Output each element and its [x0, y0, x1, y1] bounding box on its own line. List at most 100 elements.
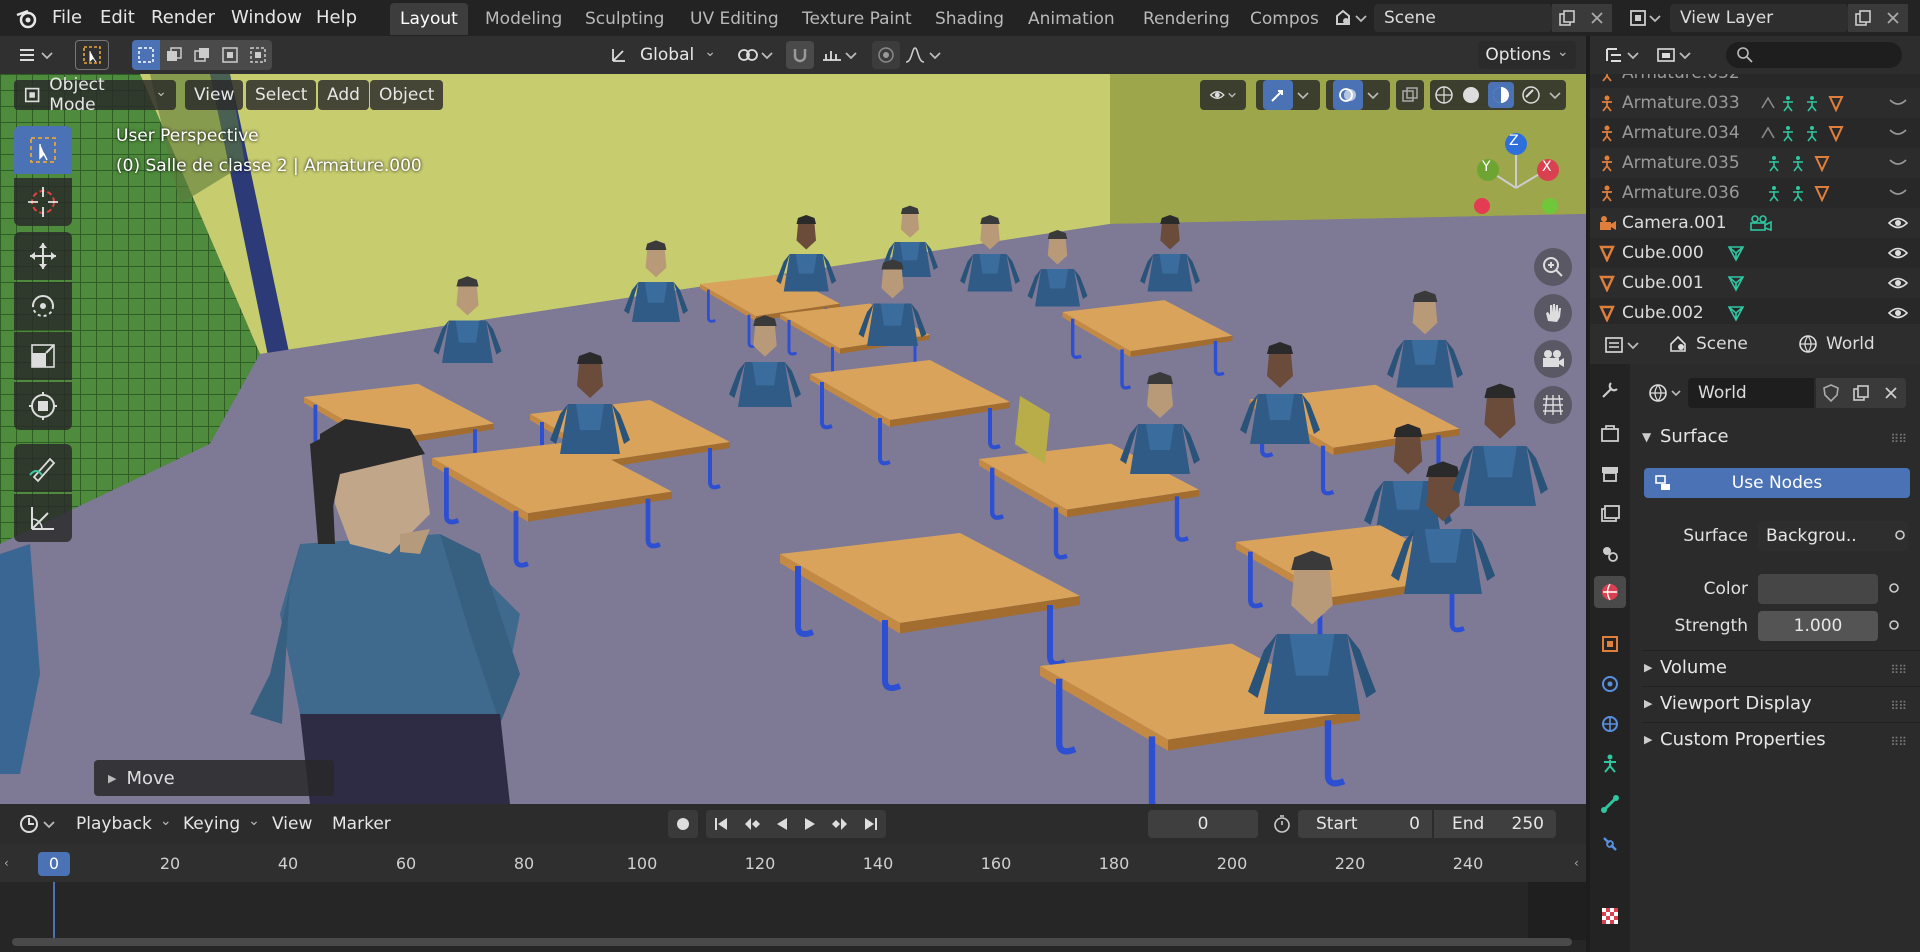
eye-icon[interactable] — [1888, 276, 1908, 290]
socket-icon[interactable] — [1888, 619, 1900, 631]
visibility-icon[interactable] — [1200, 80, 1246, 110]
stopwatch-icon[interactable] — [1268, 810, 1296, 838]
orientation-icon[interactable] — [606, 41, 632, 69]
timeline-ruler[interactable]: 0 20 40 60 80 100 120 140 160 180 200 22… — [0, 844, 1586, 882]
transform-orientation-dropdown[interactable]: Global ⌄ — [634, 41, 724, 69]
playback-menu[interactable]: Playback ⌄ — [68, 810, 180, 838]
transform-tool-icon[interactable] — [14, 382, 72, 430]
physics-tab-icon[interactable] — [1594, 748, 1626, 780]
timeline-view-menu[interactable]: View — [264, 810, 320, 838]
scale-tool-icon[interactable] — [14, 332, 72, 380]
eye-icon[interactable] — [1888, 216, 1908, 230]
collapse-left-icon[interactable]: ‹ — [4, 856, 9, 870]
menu-window[interactable]: Window — [231, 4, 302, 32]
wireframe-shading-icon[interactable] — [1434, 85, 1454, 105]
menu-object[interactable]: Object — [370, 80, 444, 110]
world-tab-icon[interactable] — [1594, 576, 1626, 608]
hidden-eye-icon[interactable] — [1888, 156, 1908, 170]
duplicate-world-icon[interactable] — [1846, 378, 1876, 408]
select-extend-icon[interactable] — [160, 40, 188, 70]
play-icon[interactable] — [803, 816, 817, 832]
scene-tab-icon[interactable] — [1594, 538, 1626, 570]
navigation-gizmo[interactable]: Z X Y — [1466, 128, 1566, 228]
outliner-row-cube-002[interactable]: Cube.002 — [1590, 298, 1920, 324]
xray-toggle-icon[interactable] — [1396, 80, 1424, 110]
display-mode-icon[interactable] — [1654, 42, 1698, 68]
tab-shading[interactable]: Shading — [925, 3, 1014, 35]
zoom-icon[interactable] — [1534, 248, 1572, 286]
texture-tab-icon[interactable] — [1594, 900, 1626, 932]
tab-rendering[interactable]: Rendering — [1133, 3, 1240, 35]
gizmo-toggle-icon[interactable] — [1256, 80, 1320, 110]
select-box-tool-icon[interactable] — [14, 126, 72, 174]
panel-grip-icon[interactable]: ⠿⠿ — [1890, 432, 1907, 446]
output-tab-icon[interactable] — [1594, 458, 1626, 490]
last-operator-panel[interactable]: ▶ Move — [94, 760, 334, 796]
outliner-row-armature-034[interactable]: Armature.034 — [1590, 118, 1920, 148]
scene-selector-icon[interactable] — [1330, 5, 1372, 31]
select-subtract-icon[interactable] — [188, 40, 216, 70]
measure-tool-icon[interactable] — [14, 494, 72, 542]
menu-add[interactable]: Add — [318, 80, 369, 110]
eye-icon[interactable] — [1888, 306, 1908, 320]
viewport-display-panel-header[interactable]: ▶ Viewport Display ⠿⠿ — [1642, 686, 1920, 722]
pan-hand-icon[interactable] — [1534, 294, 1572, 332]
snap-icon[interactable] — [786, 41, 814, 69]
current-frame-field[interactable]: 0 — [1148, 810, 1258, 838]
strength-field[interactable]: 1.000 — [1758, 611, 1878, 641]
marker-menu[interactable]: Marker — [324, 810, 399, 838]
socket-icon[interactable] — [1888, 582, 1900, 594]
scene-name-field[interactable]: Scene — [1374, 4, 1552, 32]
new-scene-icon[interactable] — [1552, 4, 1582, 32]
outliner-row-armature-035[interactable]: Armature.035 — [1590, 148, 1920, 178]
hidden-eye-icon[interactable] — [1888, 96, 1908, 110]
world-name-field[interactable]: World — [1688, 378, 1814, 408]
use-nodes-button[interactable]: Use Nodes — [1644, 468, 1910, 498]
mode-dropdown[interactable]: Object Mode ⌄ — [14, 75, 176, 115]
menu-help[interactable]: Help — [316, 4, 357, 32]
tab-sculpting[interactable]: Sculpting — [575, 3, 674, 35]
outliner-row-camera[interactable]: Camera.001 — [1590, 208, 1920, 238]
tool-tab-icon[interactable] — [1594, 374, 1626, 406]
pivot-point-icon[interactable] — [734, 41, 778, 69]
menu-render[interactable]: Render — [151, 4, 215, 32]
start-frame-field[interactable]: Start 0 — [1298, 810, 1432, 838]
rendered-shading-icon[interactable] — [1521, 85, 1541, 105]
view-layer-tab-icon[interactable] — [1594, 498, 1626, 530]
tab-layout[interactable]: Layout — [390, 3, 468, 35]
bone-tab-icon[interactable] — [1594, 788, 1626, 820]
tab-compositing[interactable]: Compos — [1240, 3, 1320, 35]
surface-panel-header[interactable]: ▼ Surface ⠿⠿ — [1642, 420, 1920, 460]
tab-modeling[interactable]: Modeling — [475, 3, 572, 35]
menu-file[interactable]: File — [52, 4, 82, 32]
modifier-tab-icon[interactable] — [1594, 668, 1626, 700]
select-new-icon[interactable] — [132, 40, 160, 70]
view-layer-icon[interactable] — [1624, 5, 1666, 31]
tab-texture-paint[interactable]: Texture Paint — [792, 3, 922, 35]
play-reverse-icon[interactable] — [775, 816, 789, 832]
collapse-right-icon[interactable]: ‹ — [1574, 856, 1579, 870]
world-browse-icon[interactable] — [1646, 378, 1686, 408]
solid-shading-icon[interactable] — [1461, 85, 1481, 105]
overlays-toggle-icon[interactable] — [1326, 80, 1390, 110]
hidden-eye-icon[interactable] — [1888, 186, 1908, 200]
shading-options-icon[interactable] — [1548, 88, 1562, 102]
particles-tab-icon[interactable] — [1594, 708, 1626, 740]
next-keyframe-icon[interactable] — [831, 816, 849, 832]
outliner-search-input[interactable] — [1726, 42, 1902, 68]
ortho-toggle-icon[interactable] — [1534, 386, 1572, 424]
outliner-row-armature-032[interactable]: Armature.032 — [1590, 74, 1920, 88]
socket-icon[interactable] — [1894, 529, 1906, 541]
snap-target-icon[interactable] — [818, 41, 862, 69]
volume-panel-header[interactable]: ▶ Volume ⠿⠿ — [1642, 650, 1920, 686]
outliner-editor-type-icon[interactable] — [1602, 42, 1646, 68]
options-dropdown[interactable]: Options — [1478, 41, 1576, 69]
move-tool-icon[interactable] — [14, 232, 72, 280]
editor-type-icon[interactable] — [12, 41, 60, 69]
proportional-falloff-icon[interactable] — [902, 41, 946, 69]
new-view-layer-icon[interactable] — [1848, 4, 1878, 32]
timeline-scrollbar[interactable] — [12, 938, 1572, 946]
menu-select[interactable]: Select — [246, 80, 317, 110]
select-invert-icon[interactable] — [216, 40, 244, 70]
camera-view-icon[interactable] — [1534, 340, 1572, 378]
